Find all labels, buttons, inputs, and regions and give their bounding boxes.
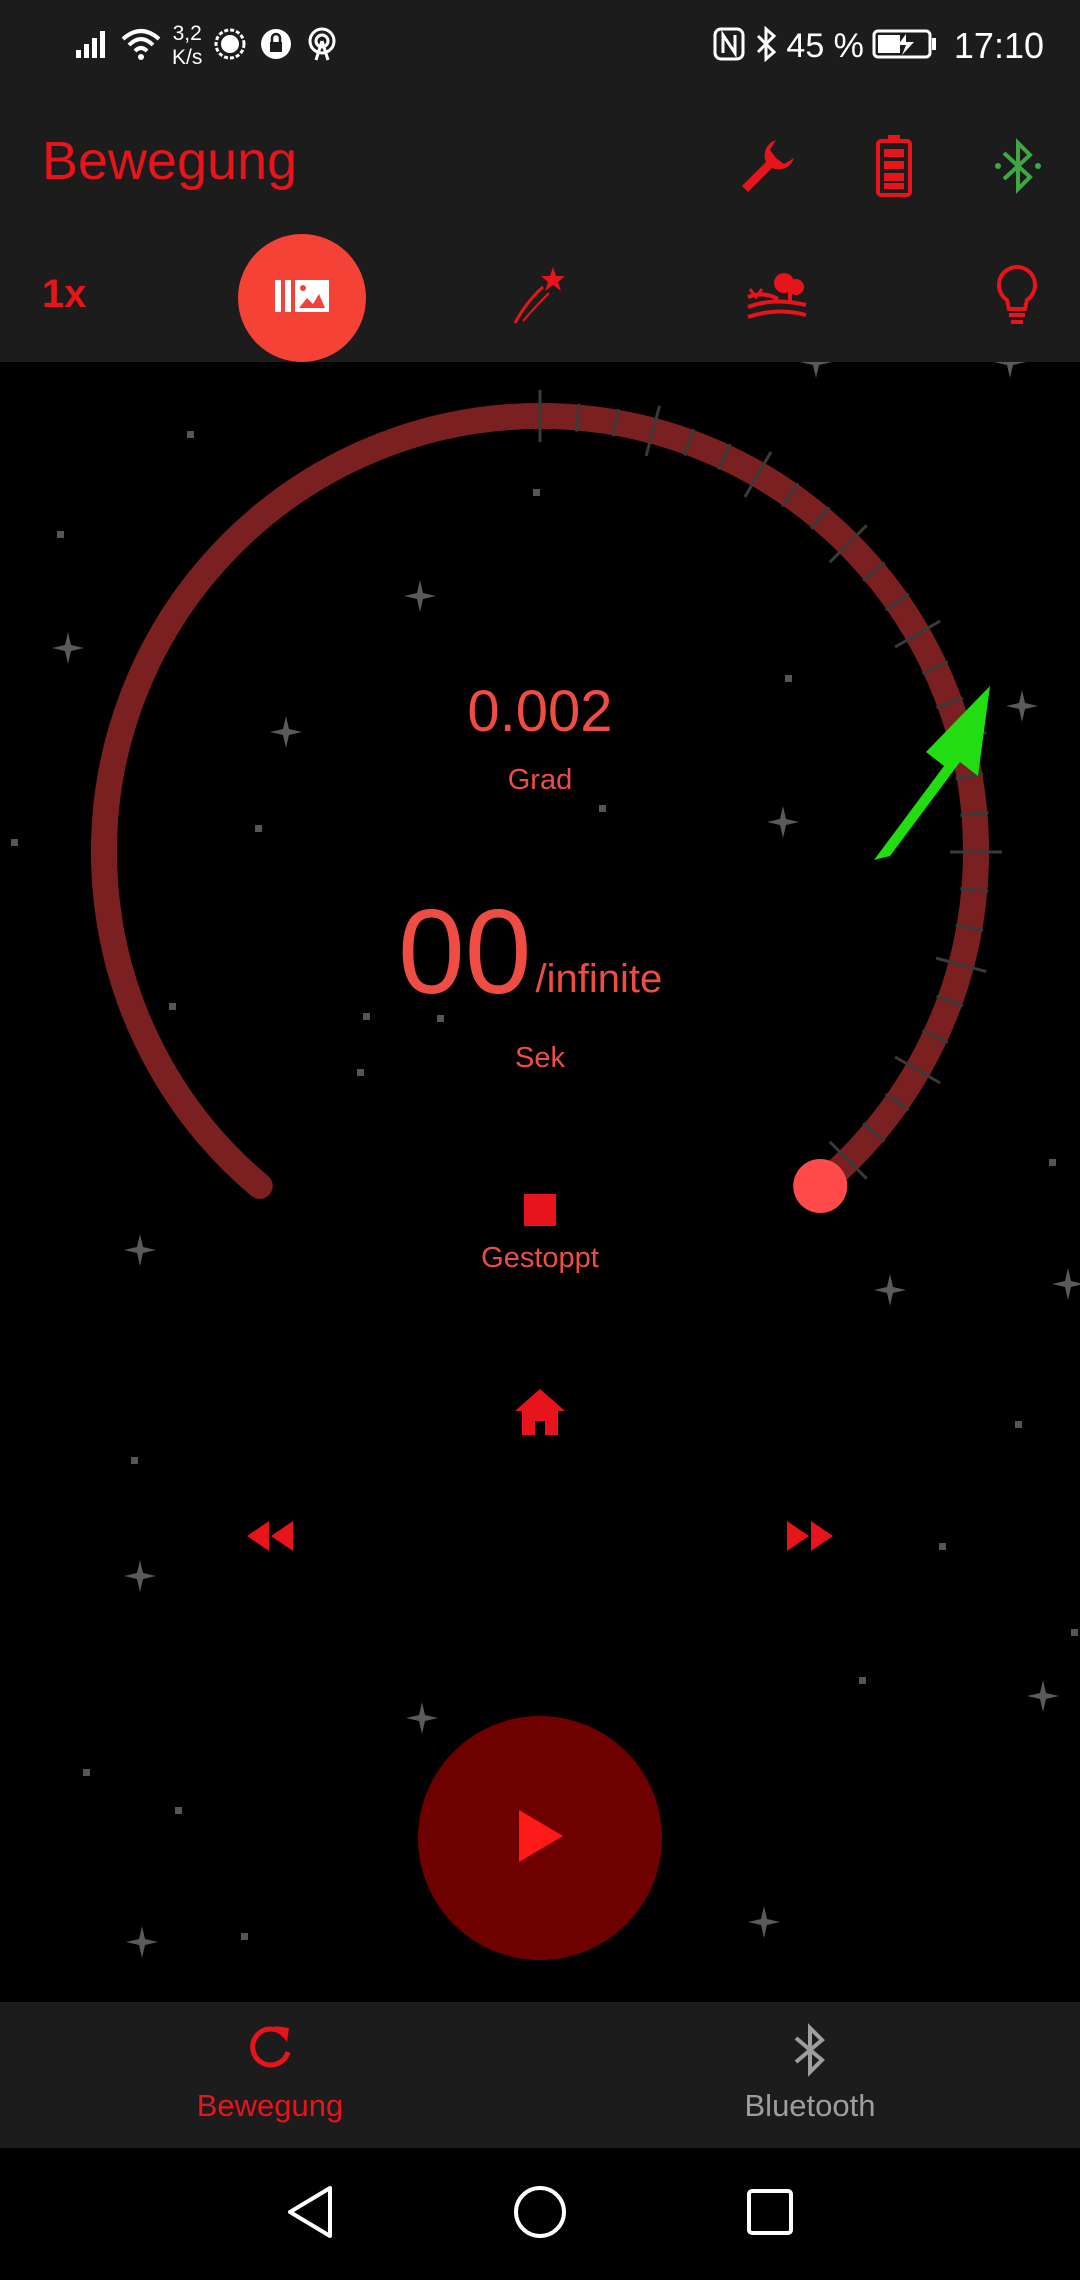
nav-item-bluetooth[interactable]: Bluetooth: [540, 2002, 1080, 2148]
wifi-icon: [120, 27, 162, 66]
bottom-navigation: Bewegung Bluetooth: [0, 2002, 1080, 2148]
nav-item-bewegung[interactable]: Bewegung: [0, 2002, 540, 2148]
annotation-arrow: [874, 686, 990, 860]
main-panel: 0.002 Grad 00 /infinite Sek Gestoppt: [0, 362, 1080, 2002]
bluetooth-icon: [992, 137, 1044, 200]
net-speed: 3,2 K/s: [172, 22, 202, 70]
shooting-star-icon: [509, 263, 573, 332]
timer-elapsed: 00: [398, 885, 532, 1019]
shooting-star-mode-button[interactable]: [496, 252, 586, 342]
gallery-mode-icon: [273, 276, 331, 321]
nav-label-bewegung: Bewegung: [196, 2088, 344, 2123]
bluetooth-button[interactable]: [976, 126, 1060, 210]
nav-label-bluetooth: Bluetooth: [744, 2088, 876, 2123]
status-left: 3,2 K/s: [74, 16, 340, 76]
home-system-button[interactable]: [504, 2178, 576, 2250]
bluetooth-status-icon: [754, 25, 778, 67]
status-bar: 3,2 K/s 45 % 17:10: [0, 0, 1080, 92]
battery-button[interactable]: [852, 126, 936, 210]
lock-app-icon: [258, 26, 294, 67]
landscape-mode-button[interactable]: [732, 252, 822, 342]
recents-button[interactable]: [734, 2178, 806, 2250]
signal-app-icon: [212, 26, 248, 67]
back-icon: [284, 2184, 336, 2245]
timer-unit: Sek: [515, 1042, 565, 1074]
fast-forward-icon: [785, 1519, 835, 1558]
gauge-handle: [793, 1158, 848, 1213]
recents-square-icon: [745, 2187, 795, 2242]
fast-forward-button[interactable]: [772, 1502, 848, 1574]
rewind-icon: [245, 1519, 295, 1558]
stop-icon: [524, 1194, 556, 1226]
state-label: Gestoppt: [481, 1242, 599, 1274]
lightbulb-icon: [993, 263, 1041, 332]
home-icon: [513, 1387, 567, 1442]
app-bar: Bewegung 1x: [0, 92, 1080, 362]
play-button[interactable]: [418, 1716, 662, 1960]
system-navigation-bar: [0, 2148, 1080, 2280]
battery-icon: [874, 133, 914, 204]
gallery-mode-button[interactable]: [238, 234, 366, 362]
net-speed-value: 3,2: [172, 22, 202, 45]
light-mode-button[interactable]: [972, 252, 1062, 342]
timer-total: /infinite: [535, 957, 663, 1001]
nfc-icon: [712, 26, 746, 67]
back-button[interactable]: [274, 2178, 346, 2250]
bluetooth-icon: [790, 2022, 830, 2080]
hotspot-icon: [304, 26, 340, 67]
timer: 00 /infinite: [398, 882, 662, 1012]
home-button[interactable]: [504, 1378, 576, 1450]
settings-button[interactable]: [726, 126, 810, 210]
clock: 17:10: [953, 25, 1044, 66]
landscape-icon: [744, 267, 810, 328]
net-speed-unit: K/s: [172, 46, 203, 69]
home-circle-icon: [512, 2184, 568, 2245]
wrench-icon: [736, 134, 800, 203]
battery-percent: 45 %: [786, 26, 864, 65]
play-icon: [515, 1808, 565, 1869]
app-title: Bewegung: [42, 131, 298, 191]
rewind-button[interactable]: [232, 1502, 308, 1574]
speed-multiplier[interactable]: 1x: [42, 272, 87, 317]
refresh-icon: [245, 2022, 295, 2080]
battery-charging-icon: [872, 28, 938, 65]
status-right: 45 % 17:10: [712, 16, 1044, 76]
signal-icon: [74, 28, 110, 65]
gauge-start-cap: [249, 1175, 270, 1196]
